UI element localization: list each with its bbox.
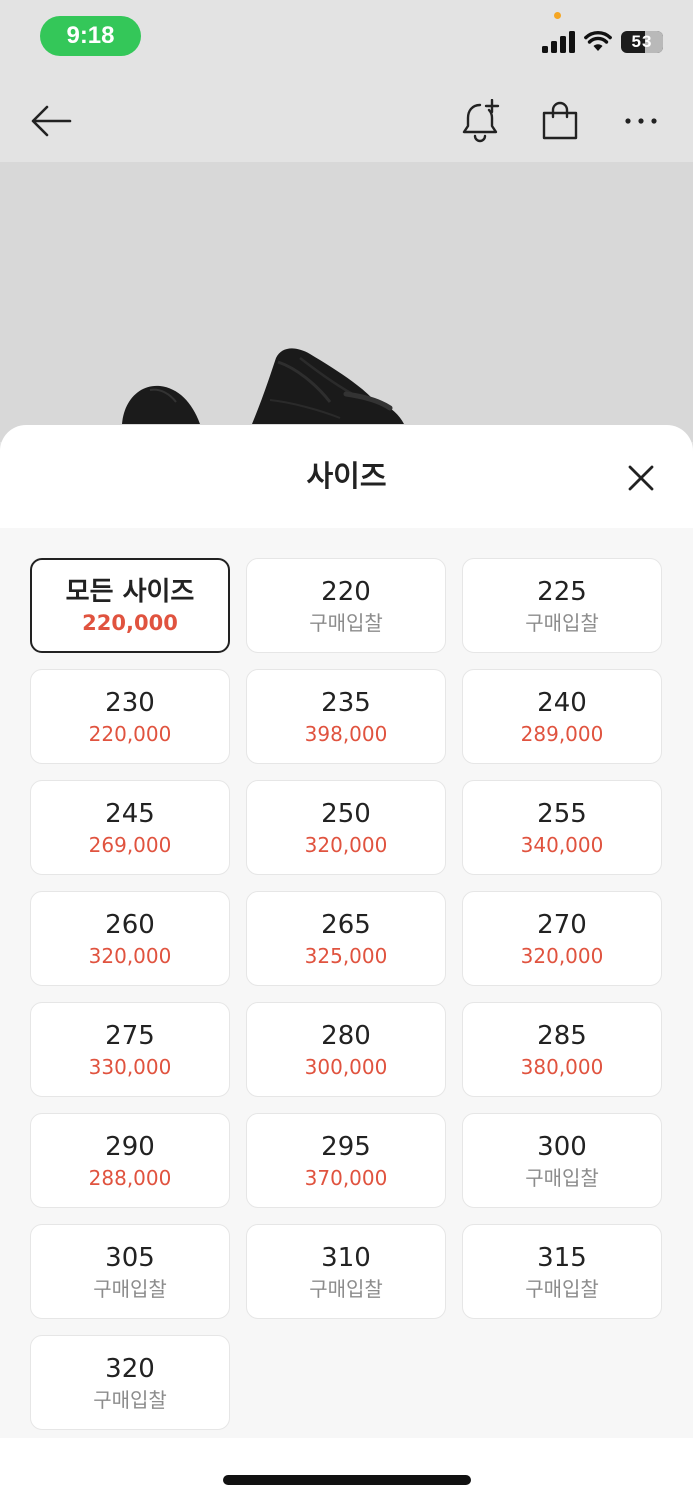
bid-label: 구매입찰 xyxy=(309,611,383,635)
size-price: 340,000 xyxy=(520,833,604,857)
battery-level: 53 xyxy=(631,32,653,51)
size-price: 320,000 xyxy=(520,944,604,968)
wifi-icon xyxy=(584,30,612,51)
size-label: 270 xyxy=(537,910,587,940)
size-option[interactable]: 275 330,000 xyxy=(30,1002,230,1097)
size-label: 310 xyxy=(321,1243,371,1273)
size-label: 240 xyxy=(537,688,587,718)
more-icon xyxy=(625,118,657,124)
size-price: 380,000 xyxy=(520,1055,604,1079)
size-option[interactable]: 260 320,000 xyxy=(30,891,230,986)
size-price: 398,000 xyxy=(304,722,388,746)
size-option[interactable]: 285 380,000 xyxy=(462,1002,662,1097)
status-time: 9:18 xyxy=(40,16,141,56)
size-price: 330,000 xyxy=(88,1055,172,1079)
size-option[interactable]: 250 320,000 xyxy=(246,780,446,875)
size-price: 320,000 xyxy=(304,833,388,857)
size-option[interactable]: 240 289,000 xyxy=(462,669,662,764)
size-label: 230 xyxy=(105,688,155,718)
size-price: 220,000 xyxy=(82,611,178,635)
size-label: 255 xyxy=(537,799,587,829)
home-indicator[interactable] xyxy=(223,1475,471,1485)
status-bar: 9:18 53 xyxy=(0,0,693,80)
size-option[interactable]: 265 325,000 xyxy=(246,891,446,986)
product-image xyxy=(0,162,693,442)
size-option[interactable]: 295 370,000 xyxy=(246,1113,446,1208)
size-bottom-sheet: 사이즈 모든 사이즈 220,000 220 구매입찰 225 구매입찰 230 220,00… xyxy=(0,425,693,1500)
privacy-indicator-dot xyxy=(554,12,561,19)
size-option[interactable]: 235 398,000 xyxy=(246,669,446,764)
app-header xyxy=(0,80,693,162)
size-label: 245 xyxy=(105,799,155,829)
size-label: 275 xyxy=(105,1021,155,1051)
size-label: 305 xyxy=(105,1243,155,1273)
bid-label: 구매입찰 xyxy=(93,1277,167,1301)
size-option[interactable]: 225 구매입찰 xyxy=(462,558,662,653)
size-label: 285 xyxy=(537,1021,587,1051)
size-label: 290 xyxy=(105,1132,155,1162)
cart-button[interactable] xyxy=(535,96,585,146)
sneaker-image xyxy=(122,348,404,424)
size-options-panel: 모든 사이즈 220,000 220 구매입찰 225 구매입찰 230 220,000 235… xyxy=(0,528,693,1438)
size-price: 325,000 xyxy=(304,944,388,968)
size-label: 265 xyxy=(321,910,371,940)
back-button[interactable] xyxy=(26,96,76,146)
bid-label: 구매입찰 xyxy=(525,1277,599,1301)
size-option[interactable]: 300 구매입찰 xyxy=(462,1113,662,1208)
size-option[interactable]: 245 269,000 xyxy=(30,780,230,875)
sheet-title: 사이즈 xyxy=(306,459,387,493)
size-price: 370,000 xyxy=(304,1166,388,1190)
size-option[interactable]: 220 구매입찰 xyxy=(246,558,446,653)
shopping-bag-icon xyxy=(542,101,578,140)
size-price: 220,000 xyxy=(88,722,172,746)
size-option[interactable]: 280 300,000 xyxy=(246,1002,446,1097)
bid-label: 구매입찰 xyxy=(525,611,599,635)
size-option[interactable]: 모든 사이즈 220,000 xyxy=(30,558,230,653)
size-price: 300,000 xyxy=(304,1055,388,1079)
bid-label: 구매입찰 xyxy=(525,1166,599,1190)
size-label: 235 xyxy=(321,688,371,718)
bell-plus-icon xyxy=(462,99,500,143)
size-label: 300 xyxy=(537,1132,587,1162)
notification-button[interactable] xyxy=(455,96,505,146)
size-option[interactable]: 310 구매입찰 xyxy=(246,1224,446,1319)
size-price: 320,000 xyxy=(88,944,172,968)
size-option[interactable]: 255 340,000 xyxy=(462,780,662,875)
size-label: 315 xyxy=(537,1243,587,1273)
more-options-button[interactable] xyxy=(616,96,666,146)
size-label: 295 xyxy=(321,1132,371,1162)
size-label: 모든 사이즈 xyxy=(65,577,195,607)
size-option[interactable]: 305 구매입찰 xyxy=(30,1224,230,1319)
signal-icon xyxy=(542,31,575,53)
size-label: 220 xyxy=(321,577,371,607)
size-label: 280 xyxy=(321,1021,371,1051)
bid-label: 구매입찰 xyxy=(309,1277,383,1301)
size-option[interactable]: 315 구매입찰 xyxy=(462,1224,662,1319)
size-option[interactable]: 320 구매입찰 xyxy=(30,1335,230,1430)
size-label: 320 xyxy=(105,1354,155,1384)
bid-label: 구매입찰 xyxy=(93,1388,167,1412)
size-price: 289,000 xyxy=(520,722,604,746)
size-grid: 모든 사이즈 220,000 220 구매입찰 225 구매입찰 230 220,000 235… xyxy=(30,558,662,1430)
size-label: 225 xyxy=(537,577,587,607)
size-price: 269,000 xyxy=(88,833,172,857)
size-option[interactable]: 230 220,000 xyxy=(30,669,230,764)
battery-icon: 53 xyxy=(621,31,663,53)
back-arrow-icon xyxy=(31,105,72,137)
size-option[interactable]: 290 288,000 xyxy=(30,1113,230,1208)
close-icon xyxy=(628,465,654,491)
close-button[interactable] xyxy=(620,457,662,499)
size-price: 288,000 xyxy=(88,1166,172,1190)
size-label: 250 xyxy=(321,799,371,829)
size-option[interactable]: 270 320,000 xyxy=(462,891,662,986)
size-label: 260 xyxy=(105,910,155,940)
